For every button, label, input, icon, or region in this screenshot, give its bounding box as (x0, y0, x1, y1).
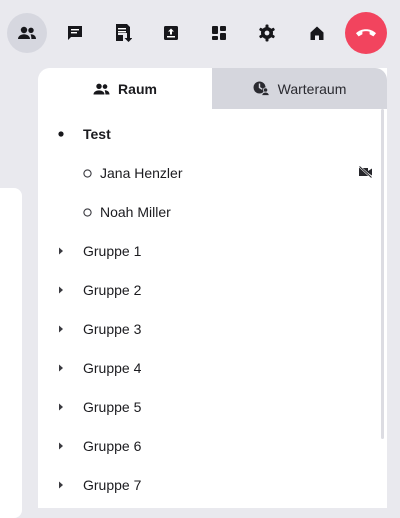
toolbar (0, 0, 400, 66)
group-label: Gruppe 7 (83, 477, 142, 493)
group-label: Gruppe 5 (83, 399, 142, 415)
user-status-icon (83, 208, 92, 217)
room-item[interactable]: Test (38, 115, 382, 153)
hangup-button[interactable] (345, 12, 387, 54)
group-item[interactable]: Gruppe 6 (38, 427, 382, 465)
group-item[interactable]: Gruppe 1 (38, 232, 382, 270)
caret-right-icon (59, 325, 63, 333)
group-item[interactable]: Gruppe 7 (38, 466, 382, 504)
group-label: Gruppe 6 (83, 438, 142, 454)
files-download-icon (116, 24, 132, 42)
chat-icon (68, 26, 82, 40)
upload-box-icon (164, 26, 178, 40)
participants-icon (18, 26, 36, 39)
people-icon (93, 83, 110, 94)
group-item[interactable]: Gruppe 5 (38, 388, 382, 426)
upload-button[interactable] (151, 13, 191, 53)
caret-right-icon (59, 247, 63, 255)
user-item[interactable]: Jana Henzler (38, 154, 382, 192)
dashboard-icon (212, 26, 226, 40)
waiting-room-icon (253, 81, 270, 96)
tab-warteraum[interactable]: Warteraum (212, 68, 387, 109)
gear-icon (259, 24, 275, 42)
settings-button[interactable] (247, 13, 287, 53)
group-label: Gruppe 2 (83, 282, 142, 298)
video-off-icon (358, 166, 373, 178)
scrollbar[interactable] (381, 109, 384, 439)
caret-right-icon (59, 403, 63, 411)
tab-raum-label: Raum (118, 80, 157, 97)
participants-button[interactable] (7, 13, 47, 53)
group-item[interactable]: Gruppe 4 (38, 349, 382, 387)
caret-right-icon (59, 442, 63, 450)
user-item[interactable]: Noah Miller (38, 193, 382, 231)
caret-right-icon (59, 364, 63, 372)
layout-button[interactable] (199, 13, 239, 53)
bullet-icon (58, 131, 64, 137)
user-name: Noah Miller (100, 204, 171, 220)
chat-button[interactable] (55, 13, 95, 53)
home-icon (310, 26, 324, 40)
caret-right-icon (59, 481, 63, 489)
panel-tabs: Raum Warteraum (38, 68, 387, 109)
group-label: Gruppe 3 (83, 321, 142, 337)
group-label: Gruppe 4 (83, 360, 142, 376)
user-name: Jana Henzler (100, 165, 183, 181)
caret-right-icon (59, 286, 63, 294)
home-button[interactable] (297, 13, 337, 53)
phone-hangup-icon (356, 29, 376, 37)
tab-warteraum-label: Warteraum (277, 80, 347, 97)
files-button[interactable] (103, 13, 143, 53)
participants-panel: Raum Warteraum Test Jana Henzler Noah Mi… (38, 68, 387, 508)
group-item[interactable]: Gruppe 2 (38, 271, 382, 309)
room-label: Test (83, 126, 111, 142)
group-label: Gruppe 1 (83, 243, 142, 259)
tab-raum[interactable]: Raum (38, 68, 212, 109)
left-panel-edge (0, 188, 22, 518)
group-item[interactable]: Gruppe 3 (38, 310, 382, 348)
user-status-icon (83, 169, 92, 178)
